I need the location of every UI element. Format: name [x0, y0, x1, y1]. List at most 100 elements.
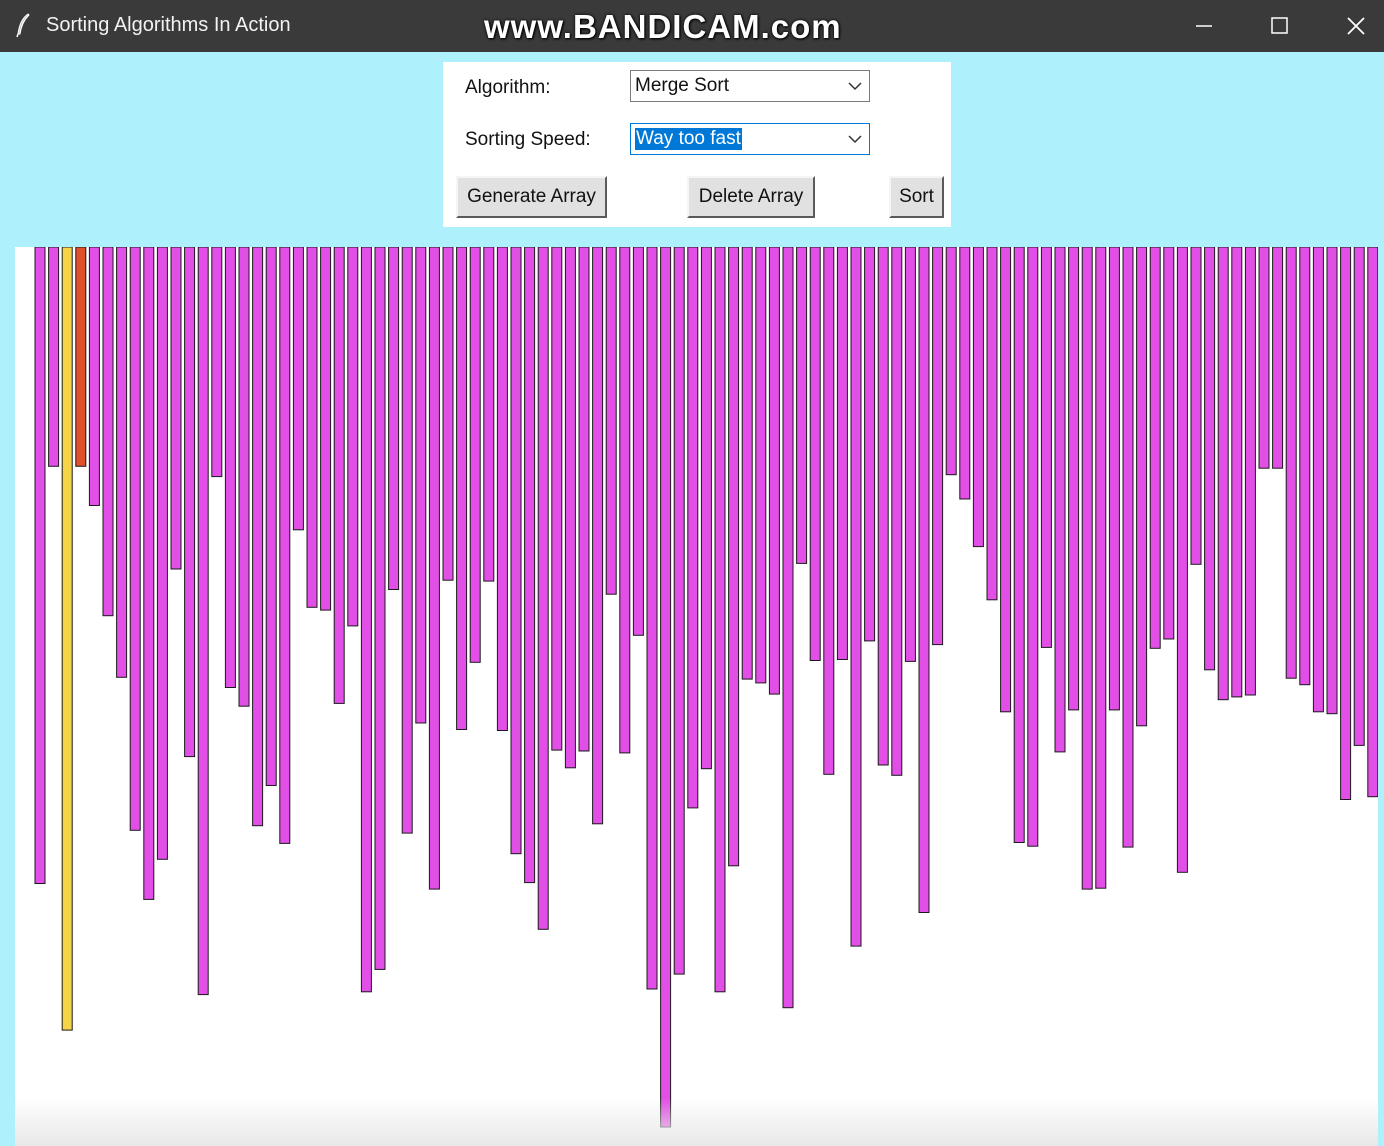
array-bar	[170, 247, 182, 570]
array-bar	[823, 247, 835, 775]
array-bar	[1040, 247, 1052, 648]
array-bar	[75, 247, 87, 467]
array-bar	[918, 247, 930, 913]
array-bar	[388, 247, 400, 590]
array-bar	[904, 247, 916, 662]
array-bar	[292, 247, 304, 531]
array-bar	[197, 247, 209, 996]
array-bar	[1367, 247, 1378, 798]
array-bar	[456, 247, 468, 730]
array-bar	[1122, 247, 1134, 848]
array-bar	[619, 247, 631, 754]
array-bar	[755, 247, 767, 684]
array-bar	[564, 247, 576, 769]
algorithm-label: Algorithm:	[465, 77, 551, 98]
array-bar	[102, 247, 114, 617]
array-bar	[782, 247, 794, 1009]
array-bar	[864, 247, 876, 642]
sort-button[interactable]: Sort	[889, 176, 944, 218]
array-bar	[442, 247, 454, 581]
speed-label: Sorting Speed:	[465, 129, 591, 150]
array-bar	[578, 247, 590, 752]
array-bar	[1149, 247, 1161, 649]
recording-watermark: www.BANDICAM.com	[484, 8, 842, 45]
array-bar	[265, 247, 277, 786]
array-bar	[61, 247, 73, 1031]
array-bar	[306, 247, 318, 608]
array-bar	[347, 247, 359, 627]
array-bar	[1353, 247, 1365, 746]
array-bar	[632, 247, 644, 636]
array-bar	[510, 247, 522, 855]
array-bar	[360, 247, 372, 993]
array-bar	[1136, 247, 1148, 727]
array-bar	[1000, 247, 1012, 713]
controls-panel: Algorithm: Merge Sort Sorting Speed: Way…	[443, 62, 951, 227]
array-bar	[537, 247, 549, 930]
array-bar	[320, 247, 332, 611]
maximize-button[interactable]	[1250, 0, 1310, 52]
close-button[interactable]	[1326, 0, 1384, 52]
array-bar	[1204, 247, 1216, 671]
array-bar	[415, 247, 427, 724]
array-bar	[129, 247, 141, 831]
array-bar	[1299, 247, 1311, 686]
array-bar	[1272, 247, 1284, 469]
array-bar	[592, 247, 604, 825]
array-bar	[1258, 247, 1270, 469]
array-bar	[116, 247, 128, 678]
array-bar	[1068, 247, 1080, 711]
generate-array-button[interactable]: Generate Array	[456, 176, 607, 218]
array-bar	[1013, 247, 1025, 843]
array-bar	[1095, 247, 1107, 889]
array-bar	[1027, 247, 1039, 847]
array-bar	[88, 247, 100, 506]
window-title: Sorting Algorithms In Action	[46, 14, 291, 36]
minimize-button[interactable]	[1174, 0, 1234, 52]
array-bar	[1054, 247, 1066, 753]
algorithm-dropdown[interactable]: Merge Sort	[630, 70, 870, 102]
array-bar	[374, 247, 386, 970]
array-bar	[48, 247, 60, 467]
title-bar: Sorting Algorithms In Action www.BANDICA…	[0, 0, 1384, 52]
maximize-icon	[1271, 17, 1288, 34]
array-bar	[700, 247, 712, 770]
array-bar	[496, 247, 508, 731]
array-bar	[646, 247, 658, 990]
array-bar	[143, 247, 155, 900]
array-bar	[877, 247, 889, 766]
array-bar	[34, 247, 46, 884]
array-bar	[1231, 247, 1243, 698]
array-bar	[184, 247, 196, 758]
array-bar	[1163, 247, 1175, 640]
delete-array-button[interactable]: Delete Array	[687, 176, 815, 218]
speed-dropdown[interactable]: Way too fast	[630, 123, 870, 155]
array-bar	[1217, 247, 1229, 701]
array-bar	[1190, 247, 1202, 565]
array-bar	[945, 247, 957, 476]
array-bar	[932, 247, 944, 646]
array-bar	[156, 247, 168, 860]
array-bar	[428, 247, 440, 890]
array-bar	[660, 247, 672, 1128]
array-bar	[1081, 247, 1093, 890]
array-bar	[768, 247, 780, 695]
array-bar	[1176, 247, 1188, 873]
canvas-bottom-fade	[15, 1098, 1378, 1146]
close-icon	[1347, 17, 1365, 35]
array-bar	[1285, 247, 1297, 679]
array-bar	[741, 247, 753, 680]
chevron-down-icon	[848, 135, 862, 144]
array-bar	[551, 247, 563, 751]
array-bar	[469, 247, 481, 663]
array-bar	[279, 247, 291, 844]
array-bar	[252, 247, 264, 827]
array-bar	[483, 247, 495, 582]
array-bar	[1340, 247, 1352, 800]
array-bar	[891, 247, 903, 776]
algorithm-value: Merge Sort	[635, 75, 729, 96]
array-bar	[605, 247, 617, 595]
array-bar	[972, 247, 984, 548]
array-bar	[687, 247, 699, 809]
array-bar	[401, 247, 413, 834]
